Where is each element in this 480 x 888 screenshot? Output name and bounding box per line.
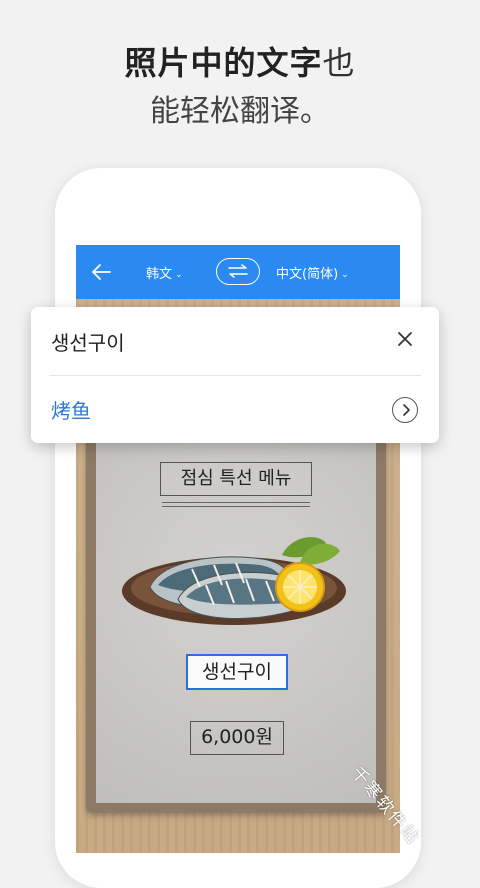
source-language-dropdown[interactable]: 韩文 ⌄ <box>146 263 183 282</box>
translator-toolbar: 韩文 ⌄ 中文(简体) ⌄ <box>76 245 400 299</box>
translation-result[interactable]: 烤鱼 <box>51 395 91 424</box>
detected-text-price[interactable]: 6,000원 <box>190 721 284 755</box>
headline-bold: 照片中的文字 <box>124 44 323 82</box>
chevron-down-icon: ⌄ <box>341 270 349 280</box>
back-arrow-icon[interactable] <box>90 262 112 282</box>
detected-text-title[interactable]: 점심 특선 메뉴 <box>160 462 312 496</box>
target-language-label: 中文(简体) <box>276 267 339 282</box>
headline-line-2: 能轻松翻译。 <box>150 94 330 129</box>
chevron-right-icon <box>403 404 410 416</box>
source-language-label: 韩文 <box>146 267 173 282</box>
divider <box>49 375 421 376</box>
detected-text-dish-selected[interactable]: 생선구이 <box>186 654 288 690</box>
headline-light: 也 <box>322 44 356 82</box>
grilled-fish-illustration <box>122 537 346 625</box>
source-text: 생선구이 <box>51 331 125 355</box>
swap-languages-button[interactable] <box>216 258 260 285</box>
chevron-down-icon: ⌄ <box>175 270 183 280</box>
close-icon[interactable] <box>397 331 413 347</box>
title-underline <box>162 502 310 503</box>
headline-line-1: 照片中的文字也 <box>0 38 480 84</box>
target-language-dropdown[interactable]: 中文(简体) ⌄ <box>276 263 349 282</box>
swap-arrows-icon <box>228 264 248 278</box>
title-underline-2 <box>162 506 310 507</box>
translation-popup: 생선구이 烤鱼 <box>31 307 439 443</box>
open-translation-button[interactable] <box>392 397 418 423</box>
